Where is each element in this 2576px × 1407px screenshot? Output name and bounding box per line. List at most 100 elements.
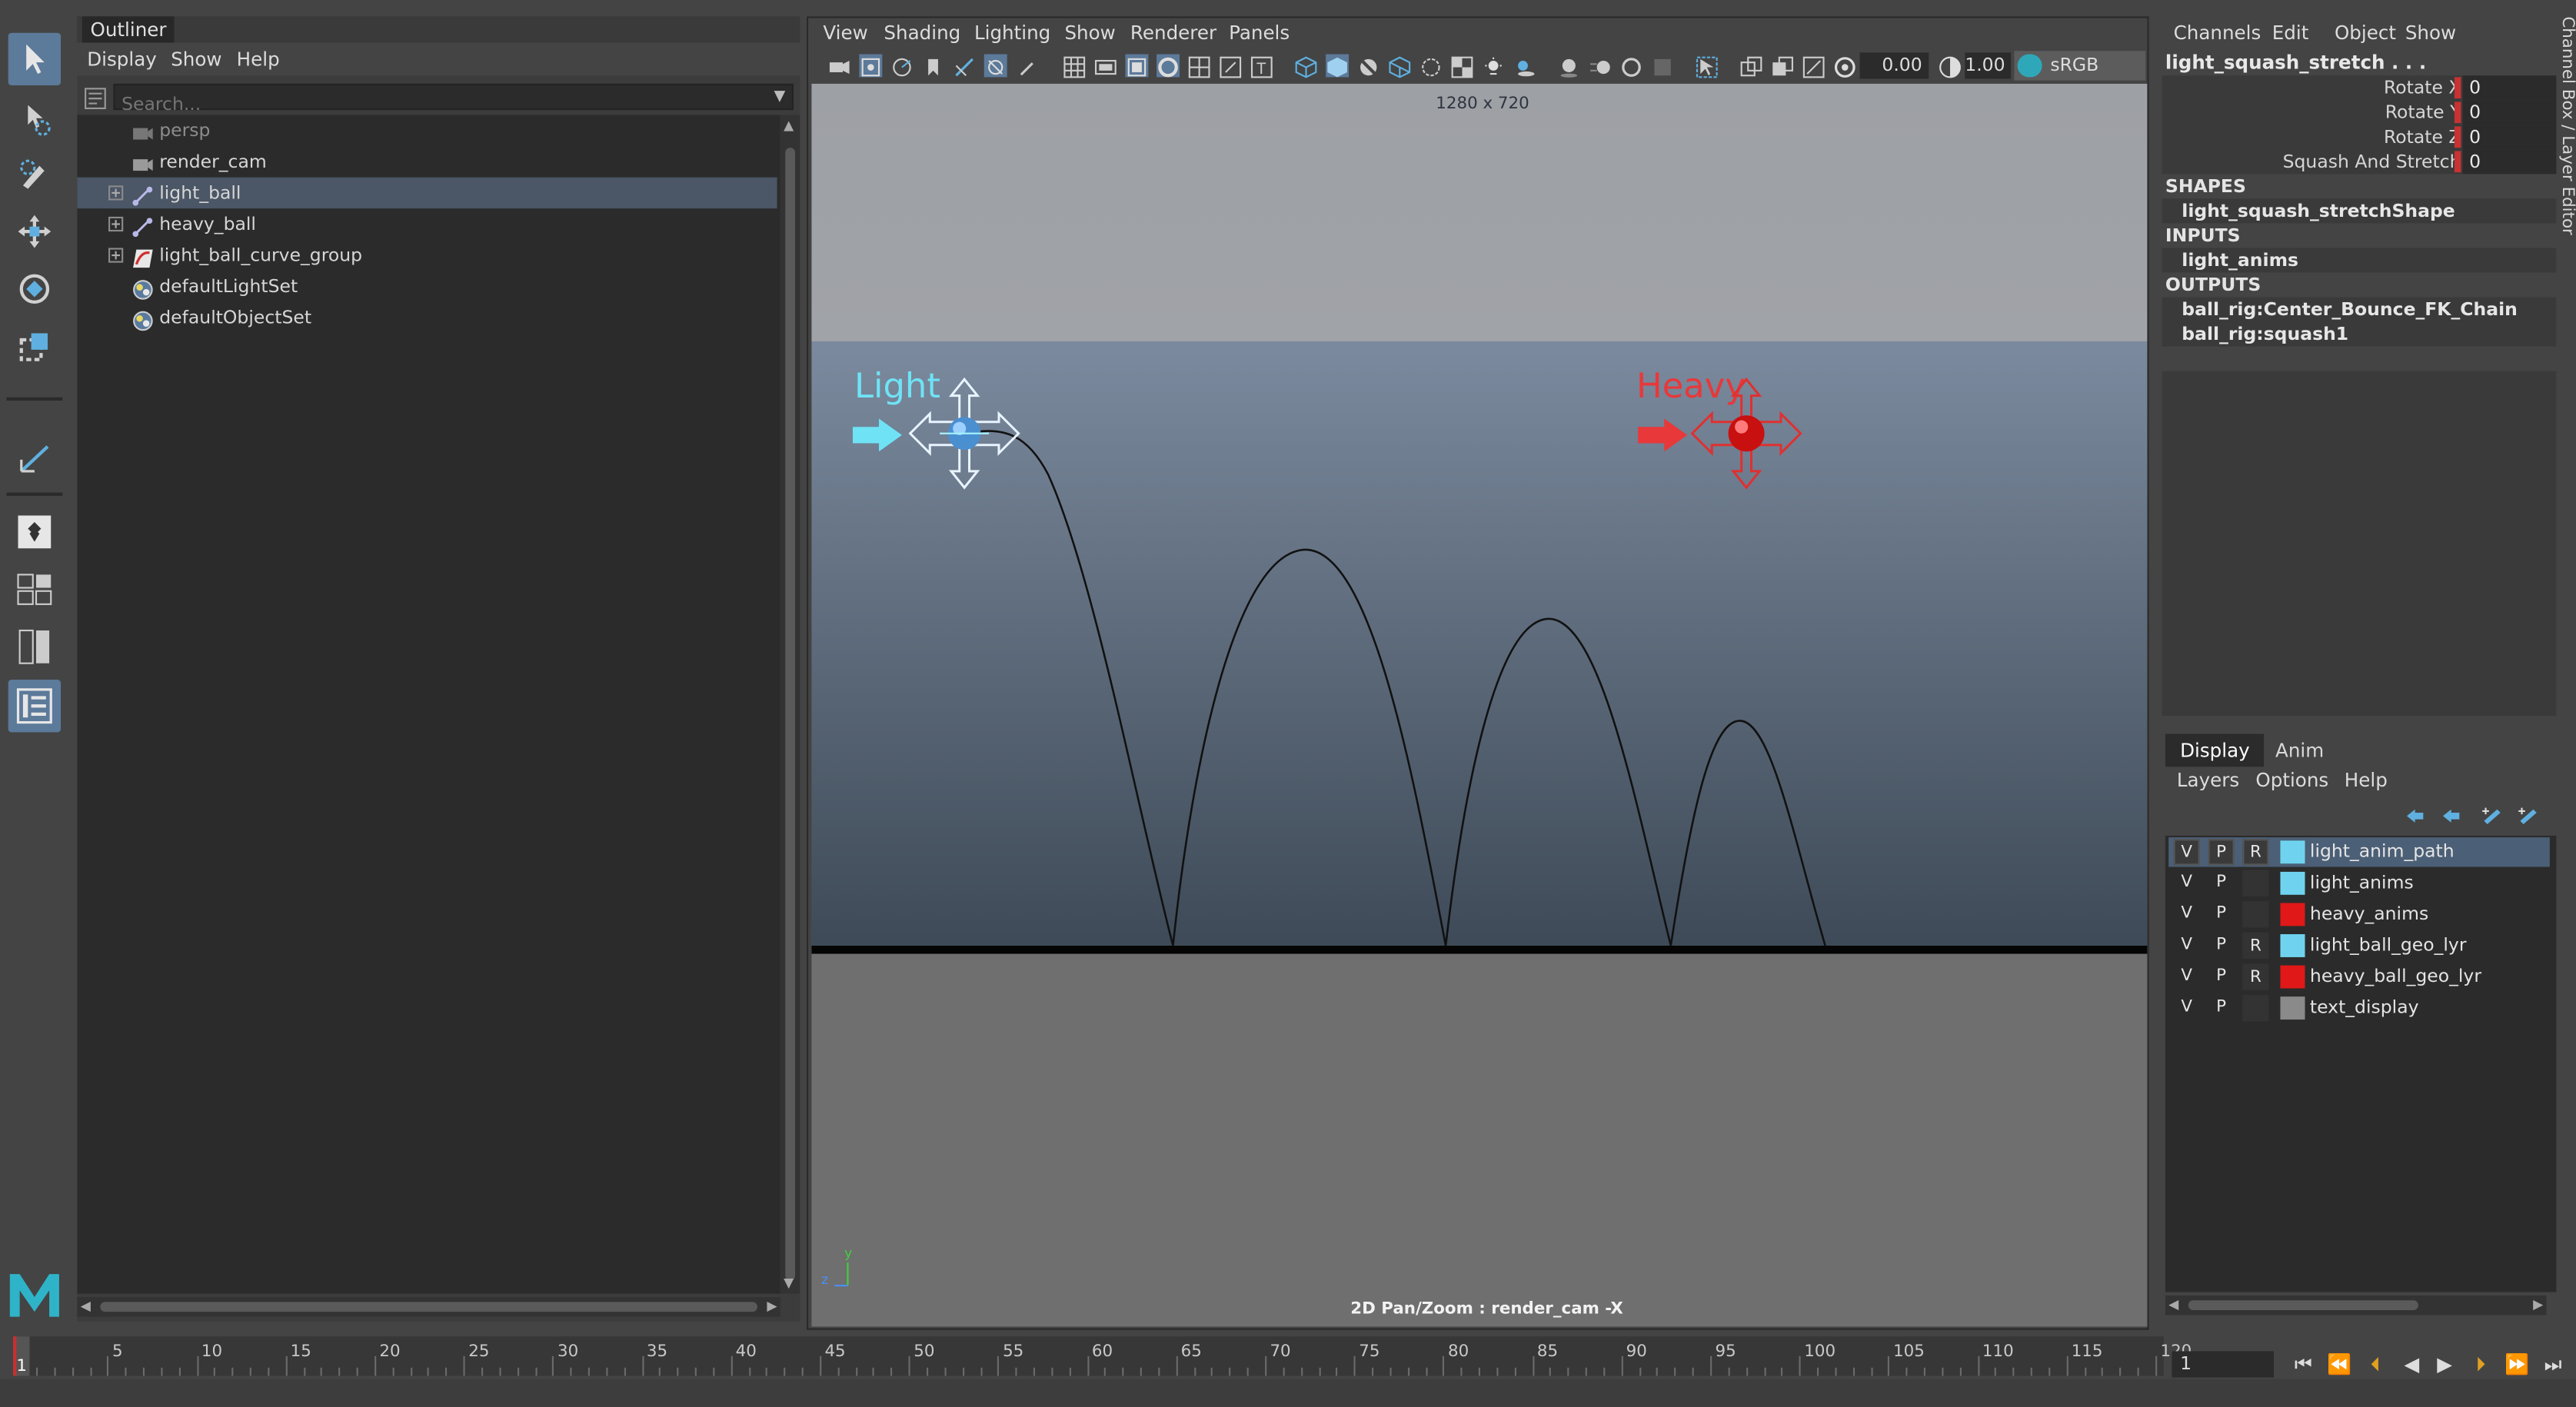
new-layer-icon[interactable] [2481, 801, 2504, 833]
expand-icon[interactable] [108, 248, 124, 263]
exposure-icon[interactable] [1833, 54, 1856, 78]
scale-tool-icon[interactable] [8, 320, 61, 372]
two-d-pan-zoom-icon[interactable] [983, 54, 1007, 78]
outliner-item-render-cam[interactable]: render_cam [77, 146, 777, 178]
viewport-menu-shading[interactable]: Shading [884, 18, 960, 49]
outliner-menu-display[interactable]: Display [87, 43, 157, 76]
motion-blur-icon[interactable] [1589, 54, 1612, 77]
lasso-tool-icon[interactable] [8, 92, 61, 145]
scrollbar-thumb[interactable] [100, 1302, 757, 1312]
tab-anim[interactable]: Anim [2261, 734, 2339, 767]
channel-box-side-tab[interactable]: Channel Box / Layer Editor [2556, 16, 2576, 344]
use-default-material-icon[interactable] [1357, 54, 1380, 77]
image-plane-icon[interactable] [953, 54, 976, 77]
search-input[interactable] [115, 92, 740, 116]
play-back-icon[interactable]: ◀ [2398, 1351, 2425, 1377]
wireframe-icon[interactable] [1295, 54, 1318, 78]
layer-row[interactable]: V P heavy_anims [2168, 900, 2550, 929]
layer-color-swatch[interactable] [2280, 871, 2305, 895]
playback-toggle[interactable]: P [2208, 963, 2234, 990]
time-slider[interactable]: 5 10 15 20 25 30 35 40 45 50 55 60 65 70 75 80 85 90 95 100… [0, 1331, 2576, 1378]
expand-icon[interactable] [108, 216, 124, 232]
layer-color-swatch[interactable] [2280, 903, 2305, 926]
step-forward-icon[interactable]: ⏵ [2468, 1351, 2494, 1377]
color-space-dropdown[interactable]: sRGB gamma [2014, 51, 2146, 81]
play-forward-icon[interactable]: ▶ [2431, 1351, 2458, 1377]
channel-menu-channels[interactable]: Channels [2174, 16, 2261, 49]
safe-title-icon[interactable]: T [1250, 54, 1273, 78]
go-start-icon[interactable]: ⏮ [2290, 1351, 2316, 1377]
outliner-item-default-object-set[interactable]: defaultObjectSet [77, 302, 777, 334]
xray-active-components-icon[interactable] [1771, 54, 1794, 77]
tab-display[interactable]: Display [2165, 733, 2265, 767]
scroll-right-icon[interactable]: ▶ [2533, 1297, 2543, 1312]
viewport-menu-lighting[interactable]: Lighting [974, 18, 1050, 49]
move-tool-icon[interactable] [8, 205, 61, 258]
scroll-right-icon[interactable]: ▶ [767, 1299, 777, 1313]
channel-menu-object[interactable]: Object [2335, 16, 2396, 49]
gamma-icon[interactable] [1939, 54, 1962, 78]
field-chart-icon[interactable] [1188, 54, 1211, 78]
move-layer-down-icon[interactable] [2440, 801, 2463, 833]
viewport-menu-renderer[interactable]: Renderer [1130, 18, 1216, 49]
move-layer-up-icon[interactable] [2404, 801, 2427, 833]
playback-toggle[interactable]: P [2208, 995, 2234, 1021]
playback-toggle[interactable]: P [2208, 839, 2235, 866]
reference-toggle[interactable] [2242, 995, 2269, 1022]
layer-row[interactable]: V P R heavy_ball_geo_lyr [2168, 962, 2550, 991]
grid-icon[interactable] [1063, 54, 1086, 78]
film-gate-icon[interactable] [1094, 54, 1117, 77]
visibility-toggle[interactable]: V [2174, 933, 2200, 959]
time-slider-track[interactable]: 5 10 15 20 25 30 35 40 45 50 55 60 65 70 75 80 85 90 95 100… [19, 1336, 2192, 1376]
channel-menu-edit[interactable]: Edit [2272, 16, 2309, 49]
outliner-layout-icon[interactable] [8, 680, 62, 733]
current-frame-field[interactable]: 1 [2172, 1351, 2274, 1378]
camera-attributes-icon[interactable] [859, 54, 883, 78]
single-view-layout-icon[interactable] [8, 506, 61, 558]
outliner-item-light-ball[interactable]: light_ball [77, 177, 777, 209]
layer-color-swatch[interactable] [2280, 934, 2305, 957]
outliner-menu-help[interactable]: Help [237, 43, 280, 76]
channel-row-rotate-x[interactable]: Rotate X 0 [2162, 75, 2557, 101]
four-view-layout-icon[interactable] [8, 563, 61, 615]
step-forward-key-icon[interactable]: ⏩ [2504, 1351, 2530, 1377]
grease-pencil-icon[interactable] [1015, 54, 1038, 77]
xray-joints-icon[interactable] [1740, 54, 1763, 77]
reference-toggle[interactable] [2242, 901, 2269, 928]
layer-color-swatch[interactable] [2280, 996, 2305, 1020]
xray-icon[interactable] [1419, 54, 1443, 77]
channel-value[interactable]: 0 [2462, 75, 2557, 101]
lights-icon[interactable] [1482, 54, 1505, 77]
search-options-icon[interactable] [84, 85, 107, 117]
reference-toggle[interactable]: R [2242, 932, 2269, 960]
viewport-menu-view[interactable]: View [823, 18, 867, 49]
channel-row-rotate-y[interactable]: Rotate Y 0 [2162, 100, 2557, 125]
scrollbar-thumb[interactable] [785, 148, 796, 1281]
safe-action-icon[interactable] [1219, 54, 1242, 78]
shadows-icon[interactable] [1513, 54, 1536, 77]
channel-menu-show[interactable]: Show [2405, 16, 2456, 49]
exposure-field[interactable]: 0.00 [1859, 52, 1929, 79]
playback-toggle[interactable]: P [2208, 933, 2234, 959]
channel-value[interactable]: 0 [2462, 100, 2557, 125]
new-layer-selected-icon[interactable] [2517, 801, 2540, 833]
outliner-horizontal-scrollbar[interactable]: ◀ ▶ [77, 1296, 780, 1317]
visibility-toggle[interactable]: V [2174, 901, 2200, 927]
reference-toggle[interactable]: R [2242, 963, 2269, 990]
outliner-item-light-ball-curve-group[interactable]: light_ball_curve_group [77, 240, 777, 271]
gamma-field[interactable]: 1.00 [1965, 52, 2012, 79]
step-back-icon[interactable]: ⏴ [2362, 1351, 2388, 1377]
ambient-occlusion-icon[interactable] [1557, 54, 1580, 78]
paint-select-tool-icon[interactable] [8, 148, 61, 200]
layer-color-swatch[interactable] [2280, 840, 2305, 864]
wireframe-on-shaded-icon[interactable] [1388, 54, 1411, 78]
visibility-toggle[interactable]: V [2174, 870, 2200, 896]
channel-value[interactable]: 0 [2462, 149, 2557, 175]
two-view-layout-icon[interactable] [8, 620, 61, 673]
anti-aliasing-icon[interactable] [1620, 54, 1643, 77]
visibility-toggle[interactable]: V [2173, 839, 2200, 866]
outliner-item-persp[interactable]: persp [77, 115, 777, 146]
outliner-vertical-scrollbar[interactable]: ▲ ▼ [780, 115, 800, 1294]
shape-node[interactable]: light_squash_stretchShape [2162, 198, 2557, 224]
layer-horizontal-scrollbar[interactable]: ◀ ▶ [2165, 1295, 2547, 1316]
